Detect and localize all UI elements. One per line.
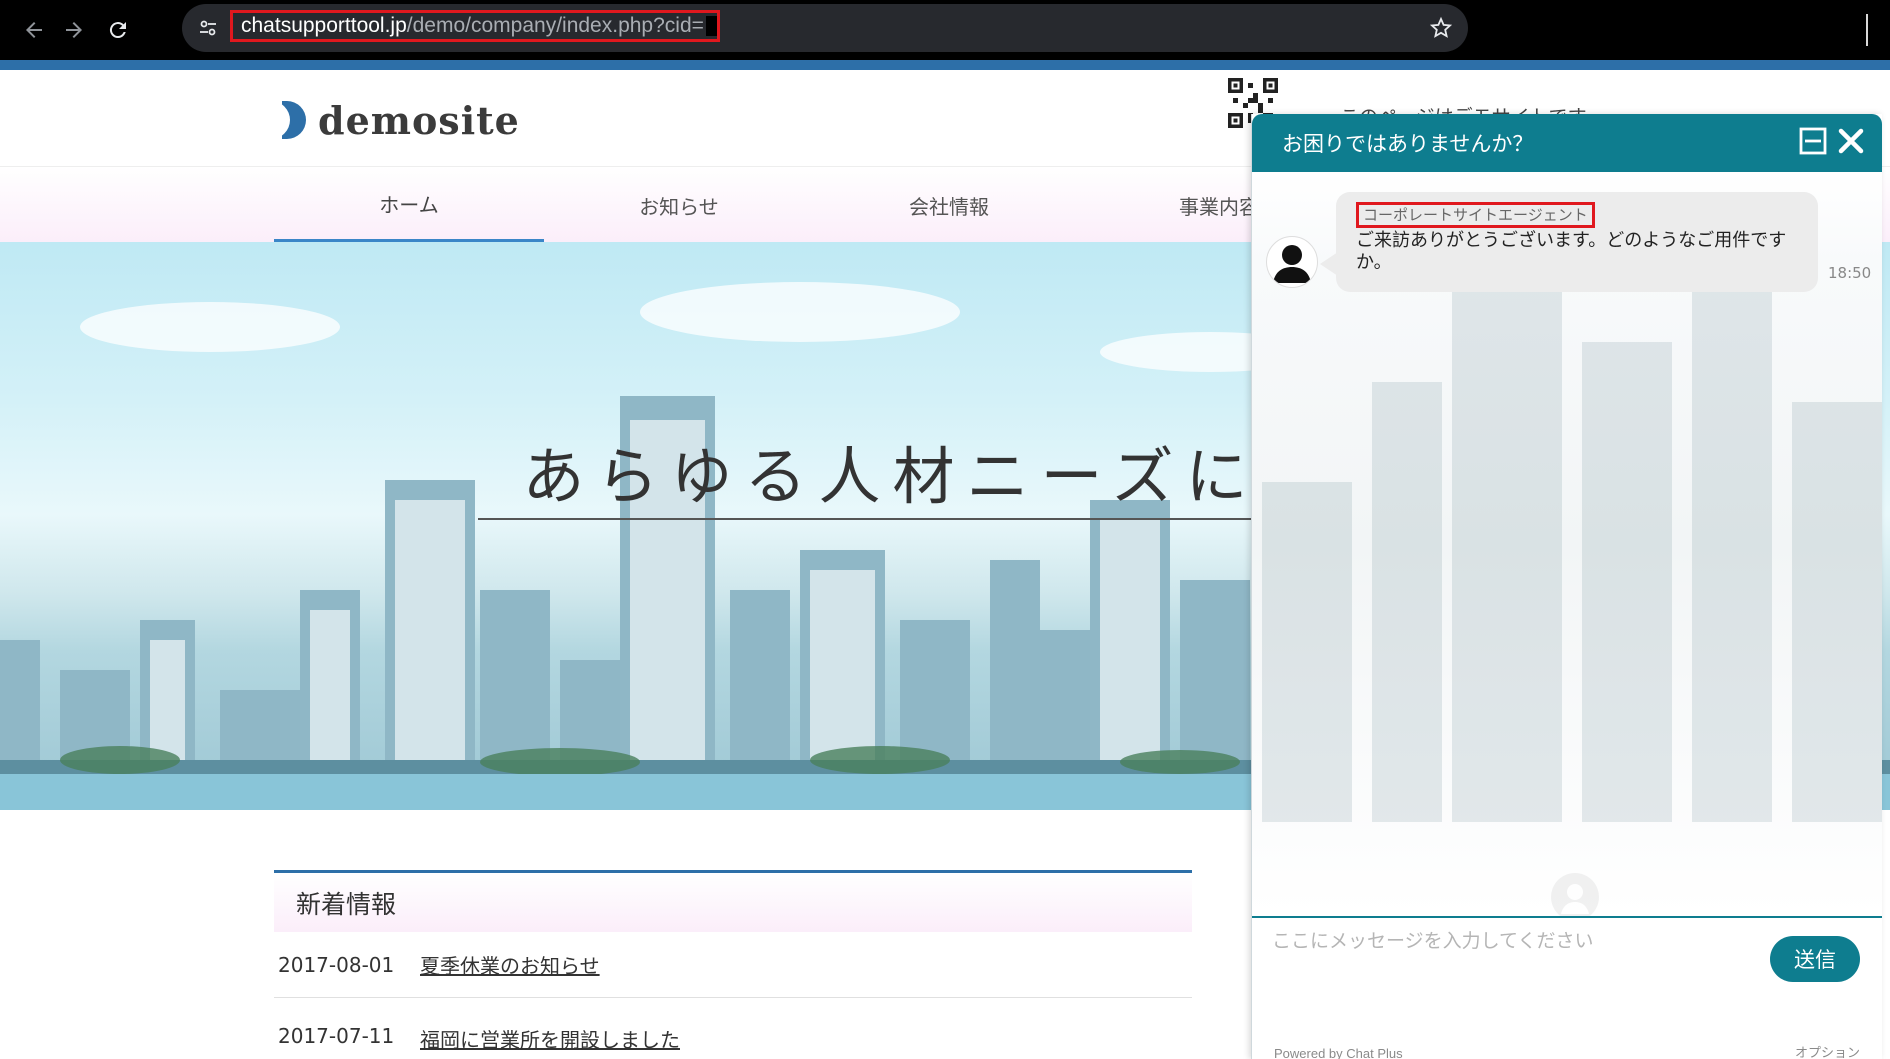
message-time: 18:50 <box>1828 264 1872 282</box>
toolbar-divider <box>1866 14 1868 46</box>
reload-icon <box>109 22 126 39</box>
news-heading: 新着情報 <box>274 870 1192 932</box>
forward-button[interactable] <box>56 12 92 48</box>
back-button[interactable] <box>16 12 52 48</box>
agent-message-bubble: コーポレートサイトエージェント ご来訪ありがとうございます。どのようなご用件です… <box>1320 192 1818 292</box>
agent-avatar <box>1266 236 1318 288</box>
news-item: 2017-08-01 夏季休業のお知らせ <box>274 932 1192 998</box>
nav-item-home[interactable]: ホーム <box>274 167 544 243</box>
user-icon <box>1551 873 1599 916</box>
bookmark-button[interactable] <box>1424 11 1458 45</box>
reload-button[interactable] <box>100 12 136 48</box>
close-icon[interactable] <box>1836 126 1866 156</box>
powered-by-link[interactable]: Powered by Chat Plus <box>1274 1046 1403 1059</box>
arrow-right-icon <box>66 22 82 38</box>
chat-messages[interactable]: コーポレートサイトエージェント ご来訪ありがとうございます。どのようなご用件です… <box>1252 172 1882 916</box>
logo-text: demosite <box>318 97 520 143</box>
logo-mark-icon <box>282 101 306 139</box>
chat-header: お困りではありませんか？ <box>1252 114 1882 172</box>
chat-input-area: 送信 Powered by Chat Plus オプション <box>1252 916 1882 1059</box>
sender-name: コーポレートサイトエージェント <box>1356 202 1595 228</box>
arrow-left-icon <box>26 22 42 38</box>
site-logo[interactable]: demosite <box>282 96 520 144</box>
message-text: ご来訪ありがとうございます。どのようなご用件ですか。 <box>1356 230 1787 273</box>
chat-widget: お困りではありませんか？ コーポレートサイトエージェント ご来訪ありがとうござい… <box>1251 114 1882 1059</box>
url-path: /demo/company/index.php?cid= <box>406 14 704 37</box>
extensions-area <box>1486 0 1890 60</box>
user-icon <box>1273 245 1311 283</box>
star-icon <box>1429 16 1453 38</box>
minimize-icon[interactable] <box>1798 126 1828 156</box>
nav-item-news[interactable]: お知らせ <box>544 167 814 243</box>
news-item: 2017-07-11 福岡に営業所を開設しました <box>274 998 1192 1059</box>
send-button[interactable]: 送信 <box>1770 936 1860 982</box>
url-host: chatsupporttool.jp <box>241 14 407 37</box>
nav-item-company[interactable]: 会社情報 <box>814 167 1084 243</box>
cloud-shape <box>640 282 960 342</box>
background-skyline-image <box>1262 262 1882 822</box>
url-text[interactable]: chatsupporttool.jp/demo/company/index.ph… <box>230 10 720 42</box>
news-date: 2017-07-11 <box>278 1024 395 1048</box>
news-date: 2017-08-01 <box>278 952 395 977</box>
news-title-link[interactable]: 福岡に営業所を開設しました <box>420 1024 680 1053</box>
address-bar[interactable]: chatsupporttool.jp/demo/company/index.ph… <box>182 4 1468 52</box>
chat-title: お困りではありませんか？ <box>1282 132 1534 156</box>
page-top-rule <box>0 60 1890 70</box>
browser-toolbar: chatsupporttool.jp/demo/company/index.ph… <box>0 0 1890 60</box>
cloud-shape <box>80 302 340 352</box>
news-title-link[interactable]: 夏季休業のお知らせ <box>420 950 600 979</box>
tune-icon <box>200 20 216 36</box>
chat-message-input[interactable] <box>1270 922 1754 960</box>
url-redaction <box>705 16 717 36</box>
options-link[interactable]: オプション <box>1795 1042 1860 1059</box>
site-info-button[interactable] <box>196 16 220 40</box>
